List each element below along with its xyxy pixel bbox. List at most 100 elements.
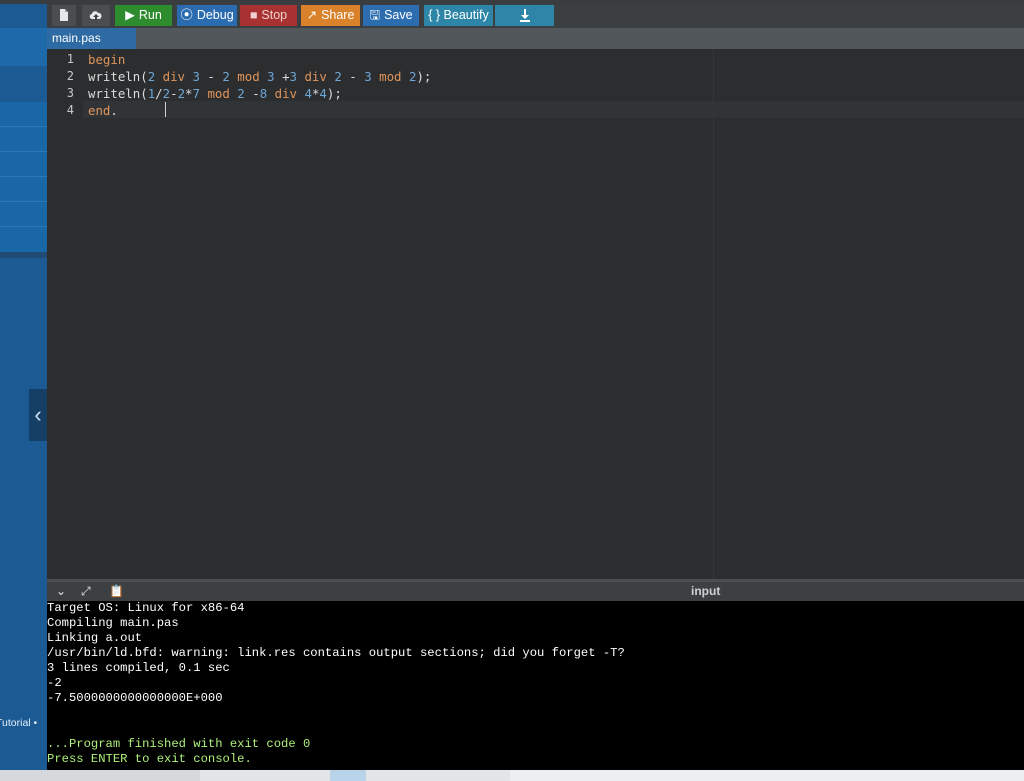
number-token: 4 (319, 86, 327, 101)
operator-token (155, 69, 162, 84)
keyword-token: end (88, 103, 111, 118)
identifier-token: writeln (88, 86, 141, 101)
operator-token (372, 69, 379, 84)
bottom-strip (0, 770, 1024, 781)
sidebar-divider (0, 176, 47, 177)
operator-token: / (155, 86, 163, 101)
sidebar-divider (0, 201, 47, 202)
chevron-down-icon[interactable]: ⌄ (56, 584, 66, 599)
operator-token (402, 69, 409, 84)
operator-token (267, 86, 274, 101)
number-token: 2 (162, 86, 171, 101)
console-line: Linking a.out (47, 631, 143, 645)
console-line: 3 lines compiled, 0.1 sec (47, 661, 230, 675)
debug-label: Debug (196, 8, 234, 22)
beautify-label: { } Beautify (428, 8, 489, 22)
line-number: 4 (66, 103, 74, 117)
operator-token: - (199, 69, 223, 84)
sidebar-block (0, 28, 47, 66)
output-console[interactable]: Target OS: Linux for x86-64 Compiling ma… (47, 601, 1024, 770)
save-label: Save (384, 8, 413, 22)
print-margin (713, 49, 714, 579)
share-button[interactable]: ↗ Share (301, 5, 360, 26)
keyword-token: div (274, 86, 298, 101)
operator-token: ); (326, 86, 342, 101)
identifier-token: writeln (88, 69, 141, 84)
debug-button[interactable]: ⦿ Debug (177, 5, 237, 26)
line-number: 3 (66, 86, 74, 100)
operator-token: - (244, 86, 260, 101)
stop-icon: ■ (249, 8, 258, 22)
new-file-button[interactable] (52, 5, 76, 26)
number-token: 2 (177, 86, 186, 101)
line-number: 2 (66, 69, 74, 83)
chevron-left-icon: ‹ (34, 402, 42, 427)
number-token: 7 (192, 86, 200, 101)
operator-token: - (341, 69, 365, 84)
strip-segment (510, 770, 1024, 781)
toolbar: ▶ Run ⦿ Debug ■ Stop ↗ Share 🖫 Save { } Beaut… (47, 4, 1024, 28)
input-label[interactable]: input (691, 584, 720, 599)
keyword-token: mod (379, 69, 402, 84)
line-number-gutter: 1 2 3 4 (47, 49, 83, 579)
run-button[interactable]: ▶ Run (115, 5, 172, 26)
file-tab-bar: main.pas (47, 28, 1024, 49)
play-icon: ▶ (125, 8, 135, 22)
keyword-token: mod (237, 69, 260, 84)
expand-icon[interactable]: ⤢ (81, 584, 91, 599)
sidebar-divider (0, 226, 47, 227)
code-line: writeln(1/2-2*7 mod 2 -8 div 4*4); (88, 85, 342, 102)
code-line: end. (88, 102, 118, 119)
left-sidebar: ‹ Tutorial • (0, 0, 47, 770)
operator-token: ( (140, 69, 148, 84)
operator-token: ( (140, 86, 148, 101)
console-line: Target OS: Linux for x86-64 (47, 601, 245, 615)
number-token: 2 (222, 69, 230, 84)
strip-segment (0, 770, 200, 781)
share-label: Share (321, 8, 355, 22)
keyword-token: mod (207, 86, 230, 101)
console-line: Press ENTER to exit console. (47, 752, 252, 766)
console-line: -7.5000000000000000E+000 (47, 691, 223, 705)
sidebar-menu-block (0, 102, 47, 252)
keyword-token: div (162, 69, 186, 84)
cloud-upload-icon (89, 11, 102, 20)
console-line: /usr/bin/ld.bfd: warning: link.res conta… (47, 646, 625, 660)
operator-token: - (170, 86, 178, 101)
number-token: 3 (289, 69, 297, 84)
active-line-highlight (83, 101, 1024, 118)
save-button[interactable]: 🖫 Save (363, 5, 419, 26)
operator-token: + (274, 69, 290, 84)
download-button[interactable] (495, 5, 554, 26)
console-header: ⌄ ⤢ 📋 input (47, 582, 1024, 601)
line-number: 1 (66, 52, 74, 66)
number-token: 3 (364, 69, 372, 84)
collapse-sidebar-button[interactable]: ‹ (29, 389, 47, 441)
clipboard-icon[interactable]: 📋 (109, 584, 124, 599)
sidebar-divider (0, 126, 47, 127)
keyword-token: div (304, 69, 327, 84)
strip-segment (330, 770, 366, 781)
tab-main-pas[interactable]: main.pas (47, 28, 136, 49)
number-token: 3 (267, 69, 275, 84)
download-icon (519, 9, 530, 22)
keyword-token: begin (88, 52, 126, 67)
number-token: 4 (304, 86, 312, 101)
operator-token: * (185, 86, 193, 101)
tutorial-link[interactable]: Tutorial • (0, 717, 37, 729)
text-cursor (165, 102, 166, 117)
operator-token: . (110, 103, 118, 118)
sidebar-divider (0, 252, 47, 258)
debug-icon: ⦿ (180, 8, 193, 22)
file-icon (60, 9, 68, 21)
code-editor[interactable]: 1 2 3 4 begin writeln(2 div 3 - 2 mod 3 … (47, 49, 1024, 579)
number-token: 3 (192, 69, 200, 84)
number-token: 2 (237, 86, 245, 101)
number-token: 2 (334, 69, 342, 84)
stop-button[interactable]: ■ Stop (240, 5, 297, 26)
code-line: begin (88, 51, 125, 68)
run-label: Run (138, 8, 162, 22)
upload-button[interactable] (82, 5, 110, 26)
operator-token: ); (416, 69, 432, 84)
beautify-button[interactable]: { } Beautify (424, 5, 493, 26)
